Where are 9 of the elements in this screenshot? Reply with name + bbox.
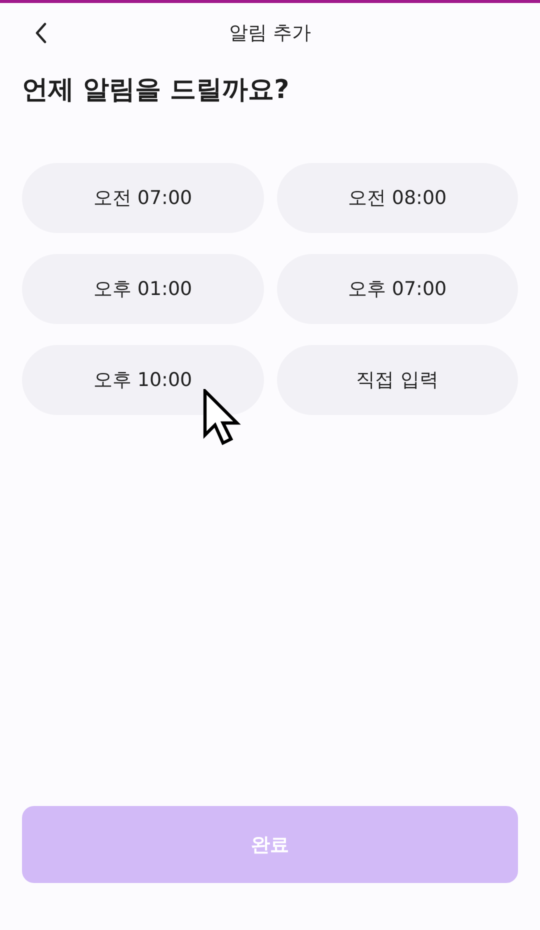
time-option[interactable]: 오전 07:00	[22, 163, 264, 233]
time-option[interactable]: 직접 입력	[276, 345, 518, 415]
time-option[interactable]: 오전 08:00	[276, 163, 518, 233]
question-heading: 언제 알림을 드릴까요?	[22, 74, 290, 107]
time-option[interactable]: 오후 01:00	[22, 254, 264, 324]
time-option[interactable]: 오후 07:00	[276, 254, 518, 324]
back-icon	[34, 22, 48, 44]
screen-title: 알림 추가	[228, 21, 312, 46]
time-option[interactable]: 오후 10:00	[22, 345, 264, 415]
